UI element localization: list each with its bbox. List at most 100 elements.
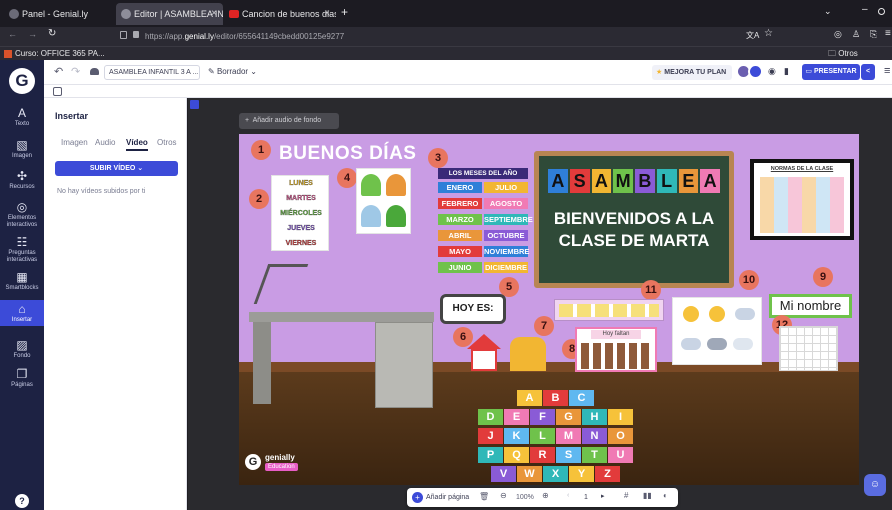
bookmark-star-icon[interactable]: ☆ <box>764 28 773 39</box>
class-rules-title: NORMAS DE LA CLASE <box>770 166 834 172</box>
seasons-card[interactable] <box>356 168 411 234</box>
canvas-corner-handle[interactable] <box>190 100 199 109</box>
bookmark-office[interactable]: Curso: OFFICE 365 PA... <box>15 47 105 61</box>
tab-list-icon[interactable]: ⌄ <box>824 6 832 17</box>
weather-card[interactable] <box>672 297 762 365</box>
calendar-card[interactable] <box>779 326 838 371</box>
reload-icon[interactable]: ↻ <box>48 28 56 39</box>
share-icon[interactable]: < <box>861 64 875 80</box>
number-badge-2: 2 <box>249 189 269 209</box>
close-icon[interactable]: × <box>211 3 217 25</box>
star-icon: ★ <box>656 69 663 76</box>
minimize-icon[interactable]: – <box>862 4 868 15</box>
tab-label: Cancion de buenos dias <box>242 9 336 19</box>
collapse-panel-icon[interactable] <box>53 87 62 96</box>
nav-label: Elementos interactivos <box>6 215 38 228</box>
zoom-out-icon[interactable]: ⊖ <box>500 491 507 500</box>
account-icon[interactable]: ♙ <box>852 29 860 40</box>
chat-support-icon[interactable]: ☺ <box>864 474 886 496</box>
missing-today-card[interactable]: Hoy faltan <box>575 327 657 372</box>
translate-icon[interactable]: 文A <box>746 30 759 41</box>
nav-item-páginas[interactable]: ❐ Páginas <box>0 365 44 391</box>
month-label: ENERO <box>438 182 482 193</box>
settings-icon[interactable]: ◐ <box>663 491 668 500</box>
puzzle-letter-tile: A <box>517 390 542 406</box>
cloud-icon <box>735 308 755 320</box>
number-badge-7: 7 <box>534 316 554 336</box>
next-page-icon[interactable]: ▸ <box>601 492 605 500</box>
months-card[interactable]: LOS MESES DEL AÑO ENERO JULIO FEBRERO AGOST… <box>438 168 533 280</box>
upload-video-button[interactable]: SUBIR VÍDEO ⌄ <box>55 161 178 176</box>
nav-item-smartblocks[interactable]: ▦ Smartblocks <box>0 268 44 294</box>
tab-otros[interactable]: Otros <box>157 138 177 147</box>
maximize-icon[interactable] <box>878 8 885 15</box>
class-rules-card[interactable]: NORMAS DE LA CLASE <box>750 159 854 240</box>
extensions-icon[interactable]: ⎘ <box>870 29 877 40</box>
url-domain: genial.ly <box>184 32 214 41</box>
upgrade-plan-button[interactable]: ★ MEJORA TU PLAN <box>652 65 732 80</box>
puzzle-letter-tile: M <box>556 428 581 444</box>
feelings-strip[interactable] <box>554 299 664 321</box>
statistics-icon[interactable]: ▮ <box>784 66 789 77</box>
month-label: MAYO <box>438 246 482 257</box>
chalkboard[interactable]: ASAMBLEA BIENVENIDOS A LA CLASE DE MARTA <box>534 151 734 288</box>
month-label: AGOSTO <box>484 198 528 209</box>
forward-icon[interactable]: → <box>28 29 37 39</box>
week-days-card[interactable]: LUNES MARTES MIÉRCOLES JUEVES VIERNES <box>271 175 329 251</box>
school-icon[interactable] <box>510 337 546 371</box>
tab-video[interactable]: Vídeo <box>126 138 148 151</box>
nav-item-texto[interactable]: A Texto <box>0 104 44 130</box>
more-menu-icon[interactable]: ≡ <box>884 65 890 77</box>
zoom-in-icon[interactable]: ⊕ <box>542 491 549 500</box>
weekday-label: LUNES <box>289 180 313 187</box>
new-tab-icon[interactable]: + <box>341 5 348 19</box>
grid-icon[interactable]: # <box>624 491 628 500</box>
document-name-field[interactable]: ASAMBLEA INFANTIL 3 A ... <box>104 65 200 80</box>
nav-item-fondo[interactable]: ▨ Fondo <box>0 336 44 362</box>
back-icon[interactable]: ← <box>8 29 17 39</box>
trash-icon[interactable]: 🗑 <box>479 492 489 501</box>
redo-icon[interactable]: ↷ <box>71 65 80 78</box>
browser-tab-bar: Panel - Genial.ly × Editor | ASAMBLEA IN… <box>0 0 892 27</box>
nav-item-insertar[interactable]: ⌂ Insertar <box>0 300 44 326</box>
draft-dropdown[interactable]: ✎ Borrador ⌄ <box>208 66 257 78</box>
present-button[interactable]: ▭ PRESENTAR <box>802 64 860 80</box>
add-page-icon[interactable]: + <box>412 492 423 503</box>
alphabet-puzzle-mat[interactable]: ABC DEFGHI JKLMNO PQRSTU VWXYZ <box>446 390 666 483</box>
weekday-label: JUEVES <box>287 225 315 232</box>
nav-item-recursos[interactable]: ✣ Recursos <box>0 167 44 193</box>
close-icon[interactable]: × <box>324 3 330 25</box>
editor-toolbar: ↶ ↷ ASAMBLEA INFANTIL 3 A ... ✎ Borrador… <box>44 60 892 85</box>
nav-item-preguntas[interactable]: ☷ Preguntas interactivas <box>0 233 44 264</box>
add-page-button[interactable]: Añadir página <box>426 488 469 507</box>
desk-lamp[interactable] <box>253 264 309 304</box>
tab-audio[interactable]: Audio <box>95 138 115 147</box>
menu-icon[interactable]: ≡ <box>885 28 891 39</box>
preview-eye-icon[interactable]: ◉ <box>768 66 776 77</box>
add-audio-button[interactable]: + Añadir audio de fondo <box>239 113 339 129</box>
house-icon[interactable] <box>471 349 497 371</box>
sun-icon <box>683 306 699 322</box>
puzzle-letter-tile: U <box>608 447 633 463</box>
tab-imagen[interactable]: Imagen <box>61 138 88 147</box>
editor-subtoolbar <box>44 85 892 98</box>
layout-icon[interactable]: ▮▮ <box>643 491 652 500</box>
genially-logo[interactable]: G <box>9 68 35 94</box>
board-title-letter: S <box>569 169 590 193</box>
help-icon[interactable]: ? <box>15 494 29 508</box>
prev-page-icon[interactable]: ‹ <box>567 492 569 499</box>
undo-icon[interactable]: ↶ <box>54 65 63 78</box>
url-field[interactable]: https://app.genial.ly/editor/655641149cb… <box>145 29 805 44</box>
puzzle-letter-tile: R <box>530 447 555 463</box>
bookmarks-bar: Curso: OFFICE 365 PA... 🗀 Otros marcador… <box>0 46 892 72</box>
today-is-label[interactable]: HOY ES: <box>440 294 506 324</box>
desk-top[interactable] <box>249 312 434 322</box>
nav-item-elementos[interactable]: ◎ Elementos interactivos <box>0 198 44 229</box>
share-users-icon[interactable] <box>748 64 763 79</box>
slide[interactable]: 1 BUENOS DÍAS 2 LUNES MARTES MIÉRCOLES J… <box>239 134 859 485</box>
browser-tab-editor[interactable]: Editor | ASAMBLEA INFA × <box>116 3 223 25</box>
upgrade-label: MEJORA TU PLAN <box>664 69 727 76</box>
browser-tab-youtube[interactable]: Cancion de buenos dias × <box>224 3 336 25</box>
nav-item-imagen[interactable]: ▧ Imagen <box>0 136 44 162</box>
pocket-icon[interactable]: ◎ <box>834 29 842 40</box>
